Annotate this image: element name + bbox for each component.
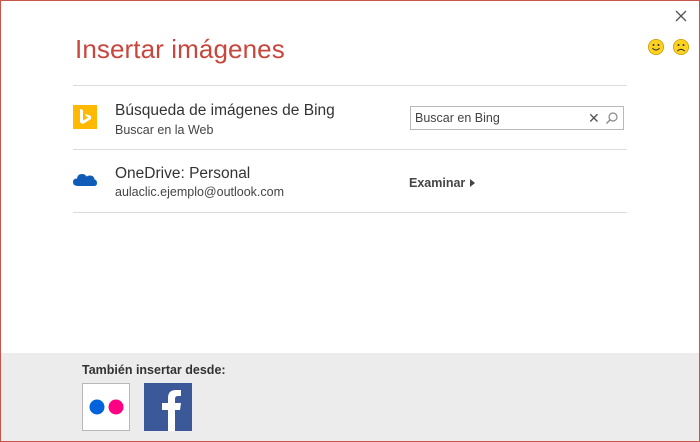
divider	[73, 149, 627, 150]
search-icon	[606, 112, 618, 124]
bing-icon	[73, 105, 97, 129]
bing-search-box: ✕	[410, 106, 624, 130]
bing-subtitle: Buscar en la Web	[115, 123, 214, 137]
frown-icon	[673, 39, 689, 55]
facebook-icon	[162, 390, 181, 431]
insert-pictures-dialog: Insertar imágenes Búsqueda de imágenes d…	[0, 0, 700, 442]
dialog-title: Insertar imágenes	[75, 34, 285, 64]
browse-label: Examinar	[409, 176, 466, 190]
flickr-icon	[89, 399, 124, 415]
search-button[interactable]	[605, 111, 619, 125]
facebook-button[interactable]	[144, 383, 192, 431]
also-insert-label: También insertar desde:	[82, 363, 226, 377]
bing-title: Búsqueda de imágenes de Bing	[115, 102, 335, 119]
flickr-button[interactable]	[82, 383, 130, 431]
caret-right-icon	[470, 179, 476, 187]
clear-search-button[interactable]: ✕	[588, 109, 600, 127]
frown-button[interactable]	[672, 38, 690, 56]
bing-logo	[73, 105, 97, 134]
close-icon	[675, 10, 687, 22]
onedrive-account: aulaclic.ejemplo@outlook.com	[115, 185, 285, 199]
onedrive-cloud-icon	[73, 174, 97, 186]
also-insert-footer: También insertar desde:	[1, 353, 699, 441]
divider	[73, 85, 627, 86]
divider	[73, 212, 627, 213]
bing-search-input[interactable]	[415, 110, 583, 126]
onedrive-title: OneDrive: Personal	[115, 165, 251, 182]
smile-button[interactable]	[647, 38, 665, 56]
smile-icon	[648, 39, 664, 55]
close-button[interactable]	[672, 7, 690, 25]
onedrive-logo	[72, 171, 98, 192]
browse-button[interactable]: Examinar	[409, 176, 476, 190]
